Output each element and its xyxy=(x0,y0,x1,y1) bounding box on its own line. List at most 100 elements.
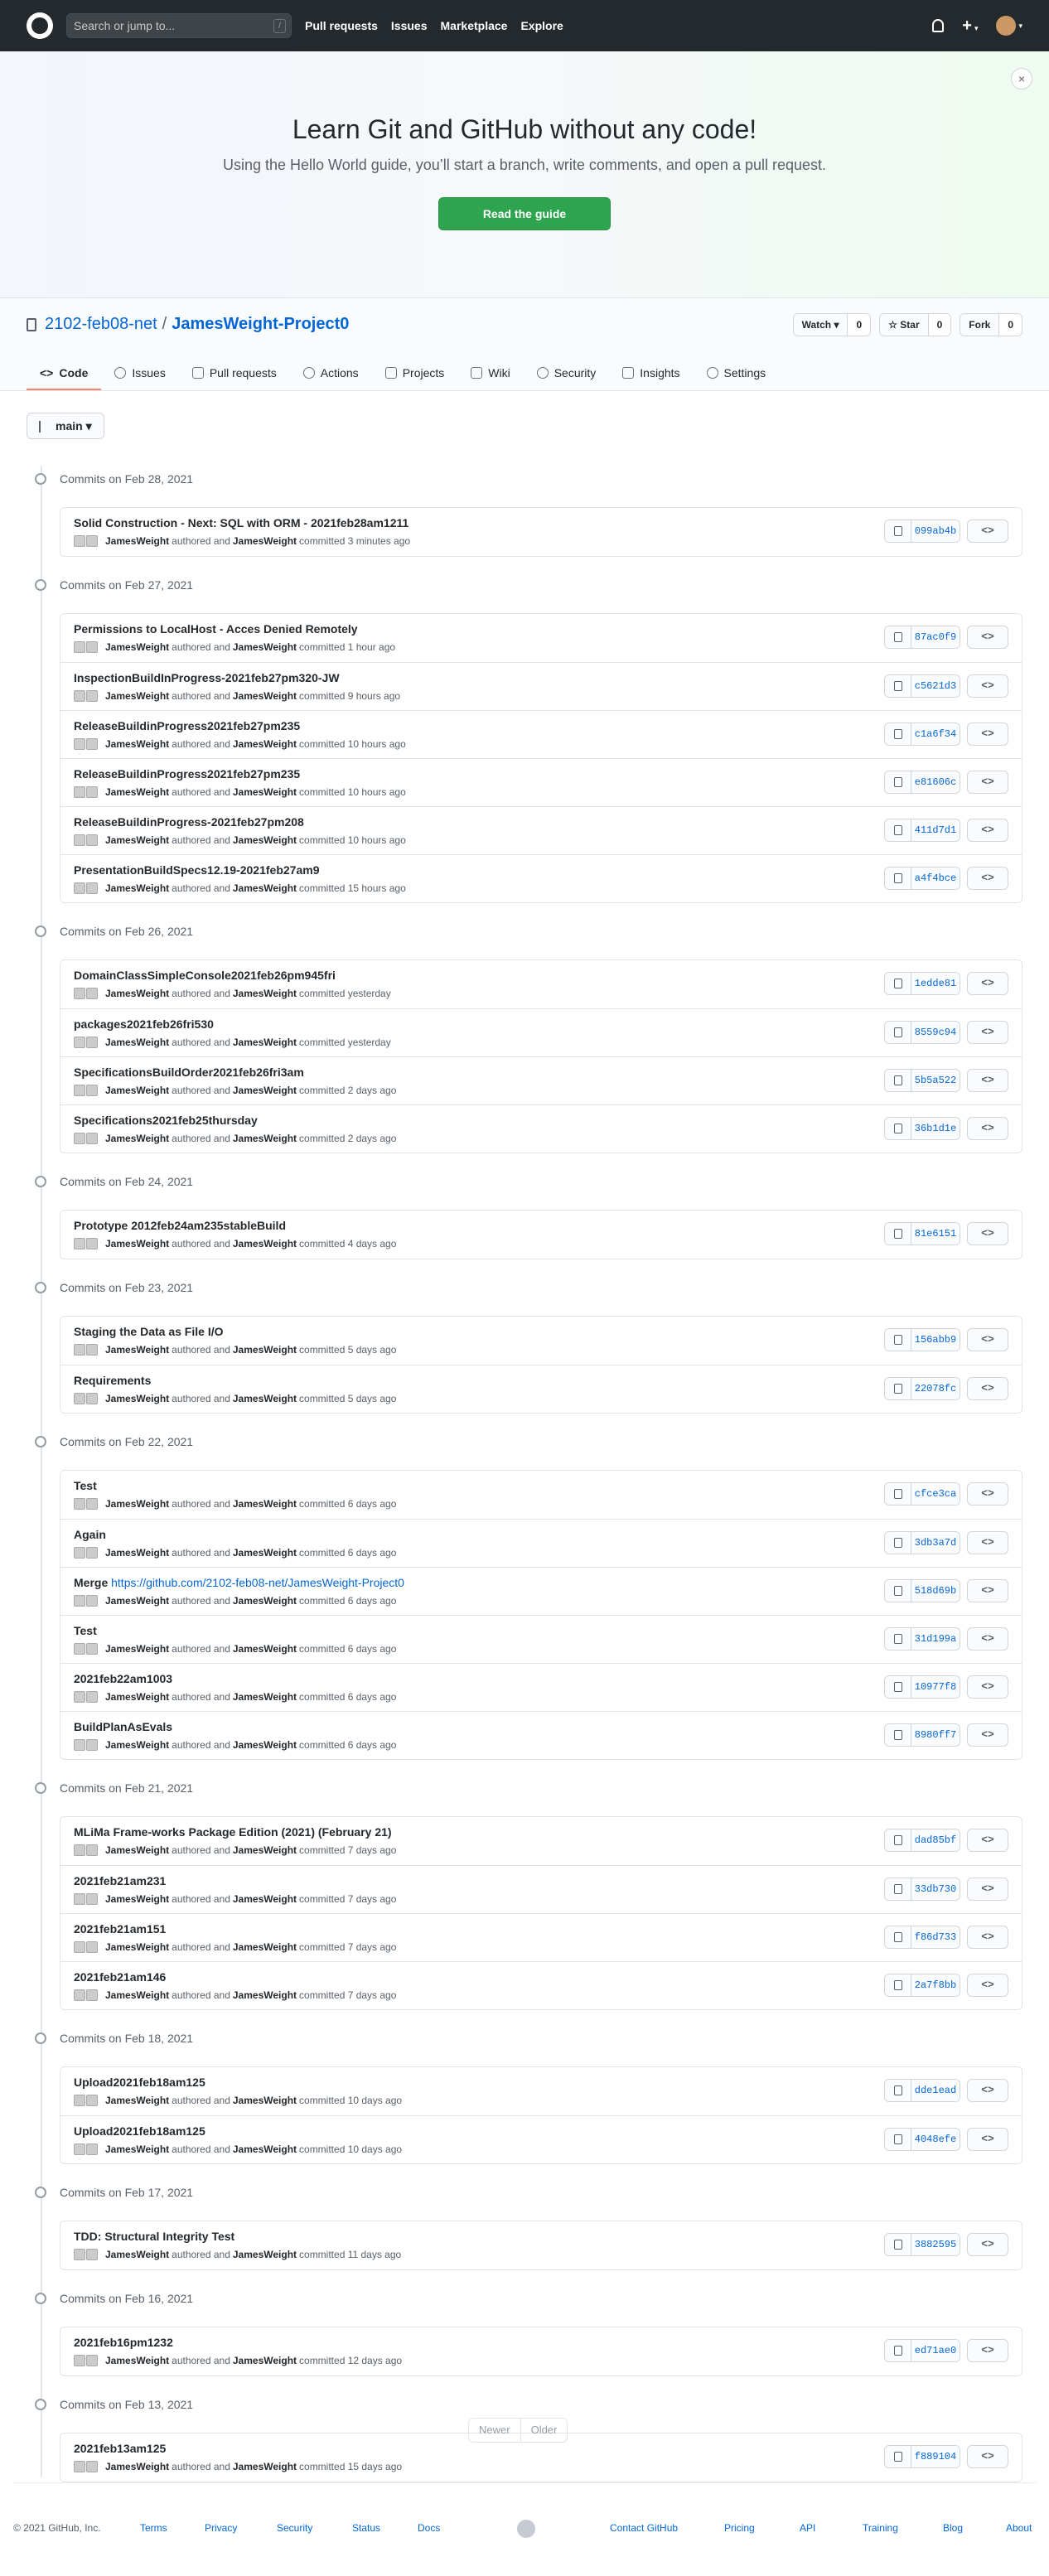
footer-link-security[interactable]: Security xyxy=(277,2522,312,2534)
author-link[interactable]: JamesWeight xyxy=(105,738,169,750)
author-link[interactable]: JamesWeight xyxy=(105,834,169,846)
repo-owner-link[interactable]: 2102-feb08-net xyxy=(45,315,157,334)
committer-link[interactable]: JamesWeight xyxy=(233,1238,297,1249)
newer-button[interactable]: Newer xyxy=(469,2419,521,2442)
copy-sha-button[interactable] xyxy=(885,1878,911,1900)
older-button[interactable]: Older xyxy=(521,2419,568,2442)
commit-title[interactable]: Solid Construction - Next: SQL with ORM … xyxy=(74,516,408,529)
author-link[interactable]: JamesWeight xyxy=(105,988,169,999)
commit-title[interactable]: ReleaseBuildinProgress-2021feb27pm208 xyxy=(74,815,304,829)
commit-title[interactable]: 2021feb21am151 xyxy=(74,1922,166,1936)
footer-link-blog[interactable]: Blog xyxy=(943,2522,963,2534)
browse-repo-button[interactable]: <> xyxy=(967,674,1008,698)
commit-sha-link[interactable]: 099ab4b xyxy=(911,520,960,542)
tab-code[interactable]: <> Code xyxy=(27,357,102,390)
commit-title[interactable]: BuildPlanAsEvals xyxy=(74,1720,172,1733)
committer-link[interactable]: JamesWeight xyxy=(233,882,297,894)
footer-link-status[interactable]: Status xyxy=(352,2522,380,2534)
author-link[interactable]: JamesWeight xyxy=(105,1037,169,1048)
commit-sha-link[interactable]: 4048efe xyxy=(911,2129,960,2150)
tab-issues[interactable]: Issues xyxy=(101,357,178,390)
author-link[interactable]: JamesWeight xyxy=(105,882,169,894)
browse-repo-button[interactable]: <> xyxy=(967,1627,1008,1650)
browse-repo-button[interactable]: <> xyxy=(967,1117,1008,1140)
committer-link[interactable]: JamesWeight xyxy=(233,1344,297,1356)
bell-icon[interactable] xyxy=(932,19,945,32)
copy-sha-button[interactable] xyxy=(885,675,911,697)
browse-repo-button[interactable]: <> xyxy=(967,1482,1008,1505)
copy-sha-button[interactable] xyxy=(885,723,911,745)
footer-link-contact[interactable]: Contact GitHub xyxy=(610,2522,678,2534)
author-link[interactable]: JamesWeight xyxy=(105,1498,169,1510)
nav-explore[interactable]: Explore xyxy=(520,19,563,32)
read-guide-button[interactable]: Read the guide xyxy=(438,197,611,230)
commit-sha-link[interactable]: c5621d3 xyxy=(911,675,960,697)
commit-title[interactable]: ReleaseBuildinProgress2021feb27pm235 xyxy=(74,767,300,781)
commit-sha-link[interactable]: 3db3a7d xyxy=(911,1532,960,1554)
commit-sha-link[interactable]: c1a6f34 xyxy=(911,723,960,745)
commit-sha-link[interactable]: 3882595 xyxy=(911,2234,960,2255)
browse-repo-button[interactable]: <> xyxy=(967,1926,1008,1949)
committer-link[interactable]: JamesWeight xyxy=(233,535,297,547)
tab-pull-requests[interactable]: Pull requests xyxy=(179,357,290,390)
footer-link-api[interactable]: API xyxy=(800,2522,815,2534)
author-link[interactable]: JamesWeight xyxy=(105,2095,169,2106)
copy-sha-button[interactable] xyxy=(885,1378,911,1399)
author-link[interactable]: JamesWeight xyxy=(105,1344,169,1356)
committer-link[interactable]: JamesWeight xyxy=(233,1085,297,1096)
commit-sha-link[interactable]: cfce3ca xyxy=(911,1483,960,1505)
copy-sha-button[interactable] xyxy=(885,2446,911,2467)
committer-link[interactable]: JamesWeight xyxy=(233,834,297,846)
author-link[interactable]: JamesWeight xyxy=(105,2143,169,2155)
browse-repo-button[interactable]: <> xyxy=(967,1829,1008,1852)
commit-sha-link[interactable]: a4f4bce xyxy=(911,868,960,889)
committer-link[interactable]: JamesWeight xyxy=(233,1393,297,1404)
committer-link[interactable]: JamesWeight xyxy=(233,1595,297,1607)
commit-sha-link[interactable]: 8559c94 xyxy=(911,1022,960,1043)
browse-repo-button[interactable]: <> xyxy=(967,1377,1008,1400)
commit-sha-link[interactable]: 5b5a522 xyxy=(911,1070,960,1091)
commit-title[interactable]: Test xyxy=(74,1479,97,1492)
browse-repo-button[interactable]: <> xyxy=(967,867,1008,890)
copy-sha-button[interactable] xyxy=(885,1223,911,1245)
commit-title[interactable]: DomainClassSimpleConsole2021feb26pm945fr… xyxy=(74,969,336,982)
commit-title[interactable]: PresentationBuildSpecs12.19-2021feb27am9 xyxy=(74,863,319,877)
author-link[interactable]: JamesWeight xyxy=(105,535,169,547)
author-link[interactable]: JamesWeight xyxy=(105,1393,169,1404)
star-count[interactable]: 0 xyxy=(928,314,951,336)
committer-link[interactable]: JamesWeight xyxy=(233,1643,297,1655)
commit-sha-link[interactable]: f86d733 xyxy=(911,1926,960,1948)
commit-title[interactable]: Prototype 2012feb24am235stableBuild xyxy=(74,1219,286,1232)
watch-button[interactable]: Watch ▾ 0 xyxy=(792,313,872,336)
commit-sha-link[interactable]: 22078fc xyxy=(911,1378,960,1399)
copy-sha-button[interactable] xyxy=(885,1329,911,1351)
author-link[interactable]: JamesWeight xyxy=(105,1941,169,1953)
user-menu[interactable]: ▾ xyxy=(996,16,1022,36)
commit-sha-link[interactable]: 2a7f8bb xyxy=(911,1974,960,1996)
commit-sha-link[interactable]: 518d69b xyxy=(911,1580,960,1602)
commit-sha-link[interactable]: 411d7d1 xyxy=(911,819,960,841)
commit-title[interactable]: MLiMa Frame-works Package Edition (2021)… xyxy=(74,1825,392,1839)
author-link[interactable]: JamesWeight xyxy=(105,2355,169,2366)
committer-link[interactable]: JamesWeight xyxy=(233,641,297,653)
commit-title[interactable]: InspectionBuildInProgress-2021feb27pm320… xyxy=(74,671,340,684)
commit-title[interactable]: Upload2021feb18am125 xyxy=(74,2076,205,2089)
committer-link[interactable]: JamesWeight xyxy=(233,2355,297,2366)
commit-sha-link[interactable]: dde1ead xyxy=(911,2080,960,2101)
committer-link[interactable]: JamesWeight xyxy=(233,1133,297,1144)
author-link[interactable]: JamesWeight xyxy=(105,1238,169,1249)
footer-link-training[interactable]: Training xyxy=(863,2522,898,2534)
copy-sha-button[interactable] xyxy=(885,819,911,841)
browse-repo-button[interactable]: <> xyxy=(967,723,1008,746)
nav-marketplace[interactable]: Marketplace xyxy=(441,19,508,32)
browse-repo-button[interactable]: <> xyxy=(967,1328,1008,1351)
browse-repo-button[interactable]: <> xyxy=(967,626,1008,649)
commit-title[interactable]: 2021feb21am231 xyxy=(74,1874,166,1887)
author-link[interactable]: JamesWeight xyxy=(105,1739,169,1751)
author-link[interactable]: JamesWeight xyxy=(105,2461,169,2472)
footer-link-privacy[interactable]: Privacy xyxy=(205,2522,237,2534)
browse-repo-button[interactable]: <> xyxy=(967,1675,1008,1699)
browse-repo-button[interactable]: <> xyxy=(967,2445,1008,2468)
footer-link-about[interactable]: About xyxy=(1006,2522,1032,2534)
commit-sha-link[interactable]: f889104 xyxy=(911,2446,960,2467)
